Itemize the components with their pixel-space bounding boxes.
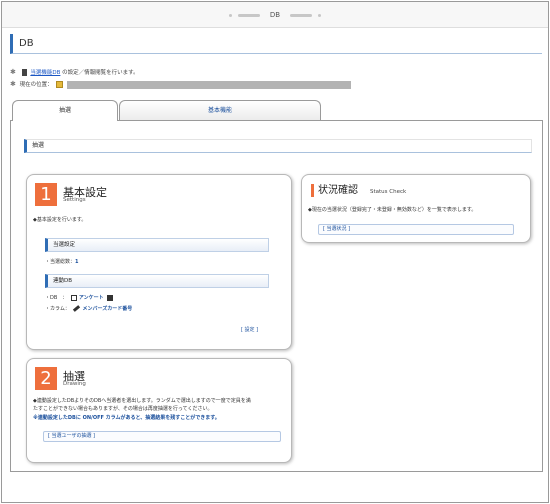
settings-link[interactable]: [ 設定 ] — [241, 326, 258, 333]
window-titlebar: DB — [2, 2, 548, 28]
info-line-description: ✱ 当選機能DB の設定／情報閲覧を行います。 — [10, 68, 139, 76]
table-icon — [107, 294, 114, 301]
drawing-card: 2 抽選 Drawing ◆連動設定したDBよりそのDBへ当選者を選出します。ラ… — [26, 358, 292, 463]
draw-winners-button[interactable]: [ 当選ユーザの抽選 ] — [43, 431, 281, 442]
titlebar-bar-left — [237, 13, 260, 17]
gear-icon: ✱ — [10, 68, 16, 76]
column-label: ・カラム： — [45, 306, 70, 312]
winners-value: 1 — [75, 259, 79, 265]
info-line-location: ✱ 現在の位置： — [10, 80, 352, 89]
titlebar-dot-right — [317, 13, 321, 17]
step-number-2: 2 — [35, 367, 57, 390]
tab-draw[interactable]: 抽選 — [12, 100, 118, 121]
window-title: DB — [269, 11, 281, 19]
window-frame: DB DB ✱ 当選機能DB の設定／情報閲覧を行います。 ✱ 現在の位置： 抽… — [1, 1, 549, 503]
tab-panel: 抽選 1 基本設定 Settings ◆基本設定を行います。 当選設定 ・当選総… — [10, 120, 543, 472]
tab-basic-features[interactable]: 基本機能 — [119, 100, 321, 120]
drawing-description-2: たすことができない場合もありますが、その場合は再度抽選を行ってください。 — [33, 406, 213, 412]
drawing-notice: ※連動設定したDBに ON/OFF カラムがあると、抽選結果を残すことができます… — [33, 415, 220, 421]
document-icon — [21, 69, 27, 76]
status-card-title: 状況確認 — [318, 185, 358, 196]
info-description-text: の設定／情報閲覧を行います。 — [62, 70, 139, 76]
pencil-icon — [73, 305, 81, 312]
status-card-header: 状況確認 Status Check — [311, 184, 406, 197]
linked-db-header: 連動DB — [45, 274, 269, 288]
column-value[interactable]: メンバーズカード番号 — [82, 306, 132, 312]
drawing-card-subtitle: Drawing — [63, 381, 86, 387]
section-title: 抽選 — [24, 139, 532, 153]
titlebar-bar-right — [290, 13, 313, 17]
gear-icon: ✱ — [10, 80, 16, 88]
status-description: ◆現在の当選状況（登録完了・未登録・無効数など）を一覧で表示します。 — [308, 207, 477, 213]
titlebar-dot-left — [229, 13, 233, 17]
document-icon — [70, 294, 77, 301]
db-label: ・DB ： — [45, 295, 68, 301]
memo-icon — [56, 81, 64, 88]
drawing-description-1: ◆連動設定したDBよりそのDBへ当選者を選出します。ランダムで選出しますので一度… — [33, 398, 251, 404]
settings-card: 1 基本設定 Settings ◆基本設定を行います。 当選設定 ・当選総数：1… — [26, 174, 292, 350]
location-label: 現在の位置： — [19, 82, 53, 88]
column-row: ・カラム： メンバーズカード番号 — [45, 305, 132, 312]
db-row: ・DB ： アンケート — [45, 294, 115, 301]
settings-card-subtitle: Settings — [63, 197, 86, 203]
winners-label: ・当選総数： — [45, 259, 76, 265]
winners-header: 当選設定 — [45, 238, 269, 252]
db-value[interactable]: アンケート — [79, 295, 104, 301]
status-card: 状況確認 Status Check ◆現在の当選状況（登録完了・未登録・無効数など… — [301, 174, 531, 243]
db-link[interactable]: 当選機能DB — [30, 70, 60, 76]
winners-row: ・当選総数：1 — [45, 258, 79, 265]
status-card-subtitle: Status Check — [370, 189, 407, 195]
location-path-redacted — [67, 80, 352, 89]
page-title: DB — [10, 34, 542, 54]
settings-description: ◆基本設定を行います。 — [33, 217, 87, 223]
winner-status-button[interactable]: [ 当選状況 ] — [318, 224, 514, 235]
step-number-1: 1 — [35, 183, 57, 206]
